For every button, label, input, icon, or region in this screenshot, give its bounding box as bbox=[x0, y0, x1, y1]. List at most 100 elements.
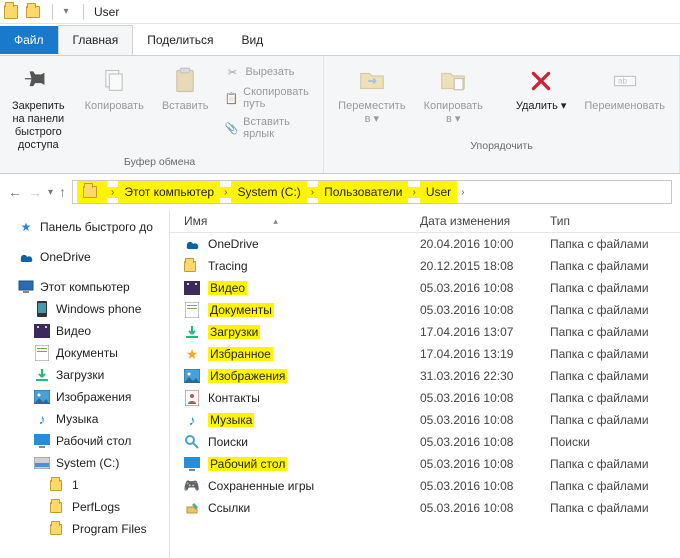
title-bar-separator-2 bbox=[83, 4, 84, 20]
sidebar-item-label: System (C:) bbox=[56, 456, 119, 470]
row-type: Папка с файлами bbox=[550, 347, 680, 361]
tab-home[interactable]: Главная bbox=[58, 25, 134, 55]
new-folder-icon[interactable] bbox=[26, 3, 44, 21]
download-icon bbox=[34, 367, 50, 383]
breadcrumb-item-1[interactable]: System (C:) bbox=[231, 181, 306, 203]
breadcrumb-item-0[interactable]: Этот компьютер bbox=[118, 181, 220, 203]
list-row[interactable]: Загрузки17.04.2016 13:07Папка с файлами bbox=[170, 321, 680, 343]
list-area: Имя▴ Дата изменения Тип OneDrive20.04.20… bbox=[170, 210, 680, 558]
tab-file[interactable]: Файл bbox=[0, 26, 58, 54]
row-type: Папка с файлами bbox=[550, 391, 680, 405]
move-to-label: Переместить в ▾ bbox=[338, 100, 405, 126]
nav-history-icon[interactable]: ▾ bbox=[48, 187, 53, 198]
ribbon-group-clipboard: Закрепить на панели быстрого доступа Коп… bbox=[0, 56, 324, 173]
sidebar-this-pc[interactable]: Этот компьютер bbox=[0, 276, 169, 298]
paste-shortcut-button[interactable]: 📎 Вставить ярлык bbox=[220, 114, 315, 142]
list-row[interactable]: Ссылки05.03.2016 10:08Папка с файлами bbox=[170, 497, 680, 519]
sidebar-item[interactable]: System (C:) bbox=[0, 452, 169, 474]
list-row[interactable]: Tracing20.12.2015 18:08Папка с файлами bbox=[170, 255, 680, 277]
breadcrumb-root-icon[interactable] bbox=[77, 181, 107, 203]
breadcrumb-item-3[interactable]: User bbox=[420, 181, 457, 203]
sidebar-item[interactable]: Изображения bbox=[0, 386, 169, 408]
copy-to-button[interactable]: Копировать в ▾ bbox=[418, 62, 489, 128]
list-row[interactable]: ♪Музыка05.03.2016 10:08Папка с файлами bbox=[170, 409, 680, 431]
chevron-right-icon[interactable]: › bbox=[220, 187, 231, 198]
search-icon bbox=[184, 434, 200, 450]
list-row[interactable]: ★Избранное17.04.2016 13:19Папка с файлам… bbox=[170, 343, 680, 365]
folder-icon bbox=[4, 3, 22, 21]
title-bar: ▾ User bbox=[0, 0, 680, 24]
row-name: Документы bbox=[208, 303, 274, 317]
copy-path-button[interactable]: 📋 Скопировать путь bbox=[220, 84, 315, 112]
chevron-right-icon[interactable]: › bbox=[307, 187, 318, 198]
row-type: Папка с файлами bbox=[550, 501, 680, 515]
sidebar-item[interactable]: Видео bbox=[0, 320, 169, 342]
contact-icon bbox=[184, 390, 200, 406]
ribbon-group-organize: Переместить в ▾ Копировать в ▾ Удалить▾ bbox=[324, 56, 680, 173]
breadcrumb[interactable]: › Этот компьютер › System (C:) › Пользов… bbox=[72, 180, 672, 204]
tab-view[interactable]: Вид bbox=[227, 26, 277, 54]
sidebar-item[interactable]: Загрузки bbox=[0, 364, 169, 386]
row-date: 31.03.2016 22:30 bbox=[420, 369, 550, 383]
pc-icon bbox=[18, 279, 34, 295]
move-to-button[interactable]: Переместить в ▾ bbox=[332, 62, 411, 128]
dropdown-icon[interactable]: ▾ bbox=[57, 3, 75, 21]
rename-button[interactable]: ab Переименовать bbox=[578, 62, 671, 115]
sidebar-quick-access[interactable]: ★ Панель быстрого до bbox=[0, 216, 169, 238]
chevron-right-icon[interactable]: › bbox=[408, 187, 419, 198]
sidebar-item[interactable]: Windows phone bbox=[0, 298, 169, 320]
row-type: Папка с файлами bbox=[550, 479, 680, 493]
sidebar-item-label: Загрузки bbox=[56, 368, 104, 382]
row-type: Поиски bbox=[550, 435, 680, 449]
tab-share[interactable]: Поделиться bbox=[133, 26, 227, 54]
list-row[interactable]: Контакты05.03.2016 10:08Папка с файлами bbox=[170, 387, 680, 409]
music-icon: ♪ bbox=[184, 412, 200, 428]
list-row[interactable]: Документы05.03.2016 10:08Папка с файлами bbox=[170, 299, 680, 321]
chevron-right-icon[interactable]: › bbox=[457, 187, 468, 198]
sidebar-label: OneDrive bbox=[40, 250, 91, 264]
video-icon bbox=[34, 323, 50, 339]
list-row[interactable]: Видео05.03.2016 10:08Папка с файлами bbox=[170, 277, 680, 299]
row-type: Папка с файлами bbox=[550, 325, 680, 339]
breadcrumb-item-2[interactable]: Пользователи bbox=[318, 181, 408, 203]
sidebar-item[interactable]: Документы bbox=[0, 342, 169, 364]
drive-icon bbox=[34, 455, 50, 471]
copy-button[interactable]: Копировать bbox=[79, 62, 150, 115]
ribbon: Закрепить на панели быстрого доступа Коп… bbox=[0, 56, 680, 174]
list-row[interactable]: 🎮Сохраненные игры05.03.2016 10:08Папка с… bbox=[170, 475, 680, 497]
paste-button[interactable]: Вставить bbox=[156, 62, 215, 115]
menu-row: Файл Главная Поделиться Вид bbox=[0, 24, 680, 56]
list-row[interactable]: OneDrive20.04.2016 10:00Папка с файлами bbox=[170, 233, 680, 255]
paste-label: Вставить bbox=[162, 100, 209, 113]
row-name: Избранное bbox=[208, 347, 273, 361]
pin-button[interactable]: Закрепить на панели быстрого доступа bbox=[4, 62, 73, 154]
sidebar-item[interactable]: Program Files bbox=[0, 518, 169, 540]
copy-label: Копировать bbox=[85, 100, 144, 113]
list-row[interactable]: Рабочий стол05.03.2016 10:08Папка с файл… bbox=[170, 453, 680, 475]
list-row[interactable]: Поиски05.03.2016 10:08Поиски bbox=[170, 431, 680, 453]
row-name: Рабочий стол bbox=[208, 457, 287, 471]
sidebar-item-label: Windows phone bbox=[56, 302, 141, 316]
row-date: 05.03.2016 10:08 bbox=[420, 457, 550, 471]
nav-up-icon[interactable]: ↑ bbox=[59, 184, 66, 200]
list-row[interactable]: Изображения31.03.2016 22:30Папка с файла… bbox=[170, 365, 680, 387]
sidebar-item[interactable]: Рабочий стол bbox=[0, 430, 169, 452]
column-date[interactable]: Дата изменения bbox=[420, 214, 550, 228]
delete-button[interactable]: Удалить▾ bbox=[510, 62, 573, 115]
chevron-right-icon[interactable]: › bbox=[107, 187, 118, 198]
video-icon bbox=[184, 280, 200, 296]
nav-bar: ← → ▾ ↑ › Этот компьютер › System (C:) ›… bbox=[0, 174, 680, 210]
sidebar-item-label: 1 bbox=[72, 478, 79, 492]
nav-back-icon[interactable]: ← bbox=[8, 184, 22, 200]
sidebar-item[interactable]: PerfLogs bbox=[0, 496, 169, 518]
column-name[interactable]: Имя▴ bbox=[170, 214, 420, 228]
column-type[interactable]: Тип bbox=[550, 214, 680, 228]
sidebar-label: Панель быстрого до bbox=[40, 220, 153, 234]
sidebar-item[interactable]: 1 bbox=[0, 474, 169, 496]
main-area: ★ Панель быстрого до OneDrive Этот компь… bbox=[0, 210, 680, 558]
sidebar-item[interactable]: ♪Музыка bbox=[0, 408, 169, 430]
nav-forward-icon[interactable]: → bbox=[28, 184, 42, 200]
cut-button[interactable]: ✂ Вырезать bbox=[220, 62, 315, 82]
copy-path-label: Скопировать путь bbox=[243, 86, 311, 110]
sidebar-onedrive[interactable]: OneDrive bbox=[0, 246, 169, 268]
